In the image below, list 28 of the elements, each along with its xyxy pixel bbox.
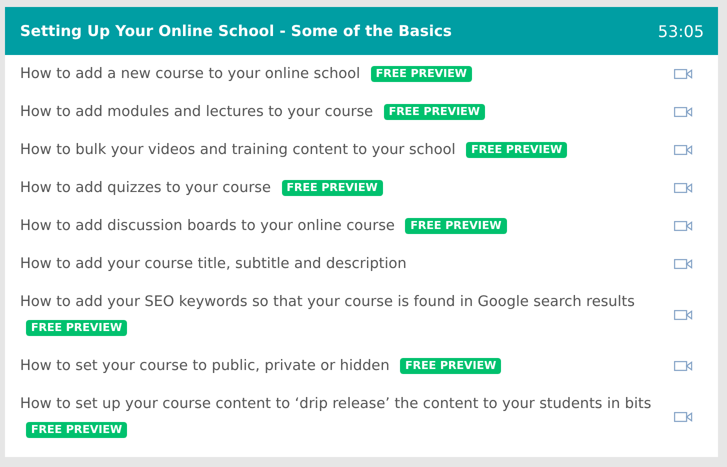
lecture-link[interactable]: How to add modules and lectures to your course	[20, 104, 374, 120]
free-preview-badge: FREE PREVIEW	[282, 180, 383, 196]
lecture-link[interactable]: How to add quizzes to your course	[20, 180, 271, 196]
video-camera-icon	[674, 144, 693, 156]
free-preview-badge: FREE PREVIEW	[384, 104, 485, 120]
video-camera-icon	[674, 106, 693, 118]
lecture-link[interactable]: How to add discussion boards to your online course	[20, 218, 395, 234]
free-preview-badge: FREE PREVIEW	[466, 142, 568, 158]
video-camera-icon	[674, 309, 693, 321]
lecture-link[interactable]: How to set up your course content to ‘drip release’ the content to your students in bits	[20, 396, 652, 412]
video-camera-icon	[674, 68, 693, 80]
free-preview-badge: FREE PREVIEW	[370, 66, 472, 82]
lecture-link[interactable]: How to add your SEO keywords so that your course is found in Google search results	[20, 294, 635, 310]
lecture-link[interactable]: How to add a new course to your online school	[20, 66, 360, 82]
video-camera-icon	[674, 258, 693, 270]
lecture-link[interactable]: How to set your course to public, private or hidden	[20, 358, 390, 374]
free-preview-badge: FREE PREVIEW	[26, 320, 128, 336]
free-preview-badge: FREE PREVIEW	[400, 358, 502, 374]
video-camera-icon	[674, 182, 693, 194]
video-camera-icon	[674, 360, 693, 372]
lecture-link[interactable]: How to bulk your videos and training content to your school	[20, 142, 456, 158]
video-camera-icon	[674, 411, 693, 423]
section-title: Setting Up Your Online School - Some of the Basics	[20, 22, 452, 40]
video-camera-icon	[674, 220, 693, 232]
lecture-link[interactable]: How to add your course title, subtitle and description	[20, 256, 407, 272]
section-duration: 53:05	[658, 22, 704, 40]
free-preview-badge: FREE PREVIEW	[26, 422, 128, 438]
free-preview-badge: FREE PREVIEW	[405, 218, 507, 234]
